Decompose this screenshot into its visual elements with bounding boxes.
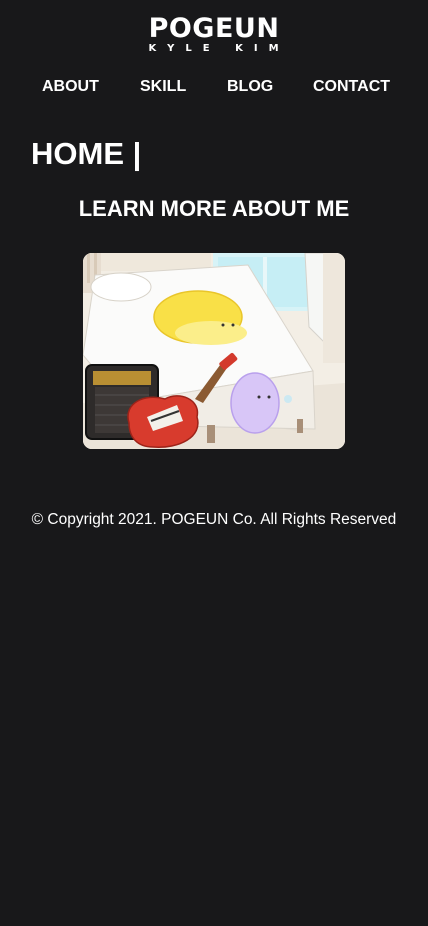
section-subtitle: LEARN MORE ABOUT ME bbox=[78, 196, 350, 221]
footer-copyright: © Copyright 2021. POGEUN Co. All Rights … bbox=[31, 511, 397, 528]
logo-title: POGEUN bbox=[148, 13, 280, 44]
nav-item-contact[interactable]: CONTACT bbox=[313, 76, 390, 98]
main-nav: ABOUT SKILL BLOG CONTACT bbox=[0, 76, 428, 98]
nav-item-about[interactable]: ABOUT bbox=[42, 76, 99, 98]
nav-item-blog[interactable]: BLOG bbox=[227, 76, 273, 98]
logo-subtitle: KYLE KIM bbox=[148, 43, 290, 54]
page: POGEUN KYLE KIM ABOUT SKILL BLOG CONTACT… bbox=[0, 0, 428, 926]
nav-item-skill[interactable]: SKILL bbox=[140, 76, 186, 98]
hero-image bbox=[83, 253, 345, 449]
site-logo[interactable]: POGEUN KYLE KIM bbox=[0, 14, 428, 54]
page-title: HOME | bbox=[31, 136, 142, 171]
